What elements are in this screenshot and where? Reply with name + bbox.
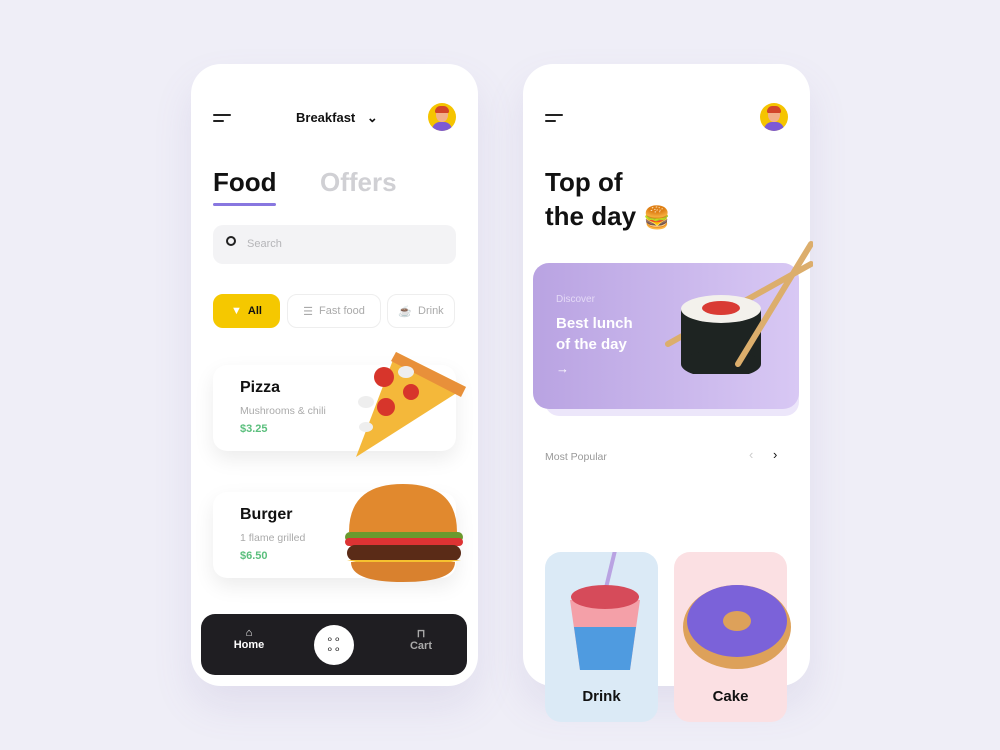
arrow-right-icon[interactable]: → bbox=[556, 361, 569, 376]
tab-offers[interactable]: Offers bbox=[320, 167, 397, 198]
search-input[interactable]: Search bbox=[213, 225, 456, 264]
section-title: Most Popular bbox=[545, 451, 607, 463]
top-of-day-screen: Top of the day 🍔 Discover Best lunch of th… bbox=[523, 64, 813, 722]
search-placeholder: Search bbox=[247, 238, 282, 250]
chevron-down-icon: ⌄ bbox=[366, 110, 378, 125]
burger-icon: ☰ bbox=[303, 305, 313, 318]
item-name: Burger bbox=[240, 506, 293, 523]
chip-label: Fast food bbox=[319, 305, 365, 317]
title-line: Top of bbox=[545, 167, 623, 197]
meal-label: Breakfast bbox=[296, 110, 356, 125]
drink-image bbox=[570, 552, 640, 670]
popular-card-cake[interactable]: Cake bbox=[674, 552, 791, 722]
tab-food[interactable]: Food bbox=[213, 167, 277, 198]
banner-kicker: Discover bbox=[556, 294, 595, 305]
meal-selector[interactable]: Breakfast ⌄ bbox=[296, 110, 378, 126]
popular-card-drink[interactable]: Drink bbox=[545, 552, 658, 722]
food-screen: Breakfast ⌄ Food Offers Search ▼ All ☰ Fas… bbox=[191, 64, 478, 686]
page-title: Top of the day 🍔 bbox=[545, 165, 671, 235]
chevron-right-icon[interactable]: › bbox=[773, 447, 777, 462]
banner-line: Best lunch bbox=[556, 315, 633, 332]
chip-label: Drink bbox=[418, 305, 444, 317]
avatar[interactable] bbox=[760, 103, 788, 131]
donut-image bbox=[683, 585, 791, 669]
cup-icon: ☕ bbox=[398, 305, 413, 318]
search-icon bbox=[226, 236, 236, 246]
category-fast-food[interactable]: ☰ Fast food bbox=[287, 294, 381, 328]
card-label: Drink bbox=[582, 688, 621, 705]
item-price: $3.25 bbox=[240, 423, 268, 435]
item-name: Pizza bbox=[240, 379, 281, 396]
pizza-image bbox=[356, 352, 466, 457]
card-label: Cake bbox=[712, 688, 749, 705]
nav-label: Cart bbox=[409, 640, 432, 652]
title-line: the day bbox=[545, 201, 637, 231]
item-price: $6.50 bbox=[240, 550, 268, 562]
tab-underline bbox=[213, 203, 276, 206]
burger-image bbox=[345, 484, 463, 582]
pizza-icon: ▼ bbox=[231, 305, 242, 317]
avatar[interactable] bbox=[428, 103, 456, 131]
chip-label: All bbox=[247, 305, 262, 317]
chevron-left-icon[interactable]: ‹ bbox=[749, 447, 753, 462]
item-desc: Mushrooms & chili bbox=[240, 405, 326, 417]
banner-title: Best lunch of the day bbox=[556, 313, 633, 355]
nav-label: Home bbox=[233, 639, 265, 651]
home-icon: ⌂ bbox=[245, 627, 253, 639]
grid-icon: ∘∘ ∘∘ bbox=[326, 632, 342, 656]
menu-grid-button[interactable]: ∘∘ ∘∘ bbox=[314, 625, 354, 665]
category-drink[interactable]: ☕ Drink bbox=[387, 294, 455, 328]
item-desc: 1 flame grilled bbox=[240, 532, 306, 544]
menu-icon[interactable] bbox=[545, 114, 563, 126]
bag-icon: ⊓ bbox=[416, 628, 426, 640]
category-all[interactable]: ▼ All bbox=[213, 294, 280, 328]
bottom-nav: ⌂ Home ∘∘ ∘∘ ⊓ Cart bbox=[201, 614, 467, 675]
banner-line: of the day bbox=[556, 336, 627, 353]
nav-home[interactable]: ⌂ Home bbox=[229, 627, 269, 651]
menu-icon[interactable] bbox=[213, 114, 231, 126]
nav-cart[interactable]: ⊓ Cart bbox=[401, 627, 441, 652]
sushi-image bbox=[665, 241, 813, 374]
